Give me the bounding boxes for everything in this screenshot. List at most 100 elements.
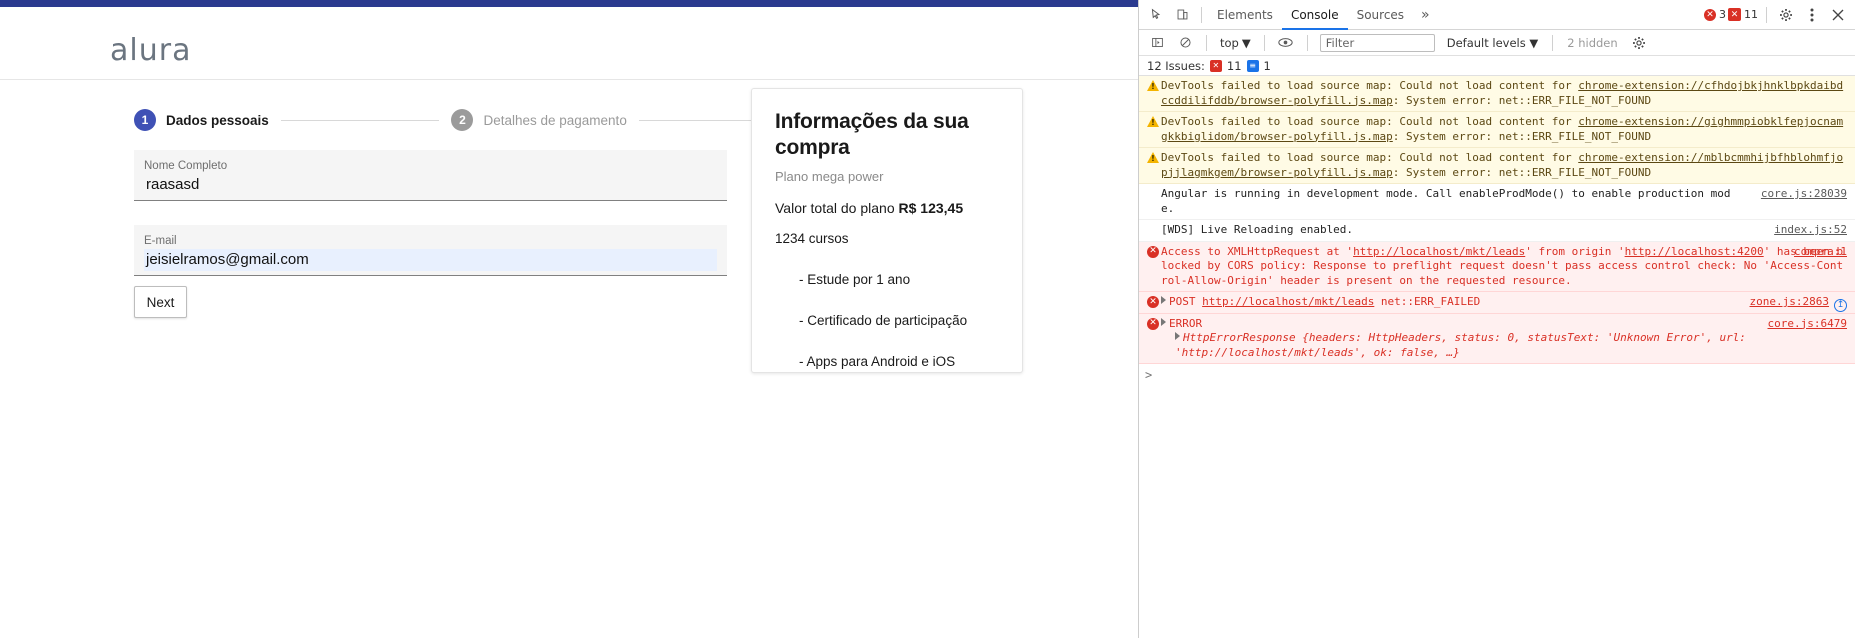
step-dados-pessoais[interactable]: 1 Dados pessoais [134, 109, 269, 131]
issues-info-icon: ≡ [1246, 59, 1259, 72]
full-name-field[interactable]: Nome Completo raasasd [134, 150, 727, 201]
msg-0-text: DevTools failed to load source map: Coul… [1161, 79, 1579, 92]
warning-icon [1145, 151, 1161, 180]
msg-6-source: zone.js:2863 [1749, 295, 1829, 308]
live-expression-eye-icon[interactable] [1273, 30, 1299, 56]
filter-input[interactable]: Filter [1319, 33, 1435, 52]
tabbar-divider [1201, 6, 1202, 23]
toolbar-divider-4 [1552, 34, 1554, 51]
issues-error-icon: ✕ [1209, 59, 1222, 72]
msg-6-tail: net::ERR_FAILED [1374, 295, 1481, 308]
purchase-summary-card: Informações da sua compra Plano mega pow… [751, 88, 1023, 373]
next-button[interactable]: Next [134, 286, 187, 318]
summary-price-value: R$ 123,45 [898, 200, 964, 216]
full-name-input[interactable]: raasasd [144, 174, 201, 196]
msg-0-tail: : System error: net::ERR_FILE_NOT_FOUND [1392, 93, 1652, 107]
console-message-error[interactable]: ✕ Access to XMLHttpRequest at 'http://lo… [1139, 241, 1855, 292]
summary-price-prefix: Valor total do plano [775, 200, 899, 216]
msg-1-text: DevTools failed to load source map: Coul… [1161, 115, 1579, 128]
log-levels-selector[interactable]: Default levels ▼ [1441, 36, 1545, 50]
console-message-warning[interactable]: DevTools failed to load source map: Coul… [1139, 148, 1855, 184]
console-message-source[interactable]: index.js:52 [1774, 223, 1847, 238]
email-label: E-mail [144, 235, 177, 247]
error-count-badge[interactable]: ✕ 3 [1704, 8, 1726, 21]
error-count: 3 [1719, 8, 1726, 21]
msg-5-mid: ' from origin ' [1525, 244, 1625, 258]
console-message-text: DevTools failed to load source map: Coul… [1161, 115, 1849, 144]
personal-data-form: Nome Completo raasasd E-mail jeisielramo… [134, 150, 727, 276]
msg-5-link2[interactable]: http://localhost:4200 [1625, 245, 1764, 258]
tabbar-divider-2 [1766, 6, 1767, 23]
expand-triangle-icon[interactable] [1161, 296, 1166, 304]
reveal-in-network-icon[interactable]: ↥ [1834, 298, 1847, 312]
console-message-warning[interactable]: DevTools failed to load source map: Coul… [1139, 112, 1855, 148]
summary-price-row: Valor total do plano R$ 123,45 [775, 200, 999, 216]
step-detalhes-pagamento[interactable]: 2 Detalhes de pagamento [451, 109, 627, 131]
console-message-log[interactable]: [WDS] Live Reloading enabled. index.js:5… [1139, 220, 1855, 242]
clear-console-icon[interactable] [1172, 30, 1198, 56]
email-field[interactable]: E-mail jeisielramos@gmail.com [134, 225, 727, 276]
list-item: - Estude por 1 ano [799, 272, 911, 287]
expand-triangle-icon[interactable] [1161, 317, 1166, 326]
device-toolbar-icon[interactable] [1169, 2, 1195, 28]
console-message-list[interactable]: DevTools failed to load source map: Coul… [1139, 76, 1855, 638]
tab-console[interactable]: Console [1282, 0, 1348, 30]
toolbar-divider-3 [1306, 34, 1308, 51]
toolbar-divider [1206, 34, 1207, 51]
console-message-source[interactable]: compra:1 [1794, 245, 1847, 260]
console-message-text: Angular is running in development mode. … [1161, 187, 1731, 215]
summary-plan-name: Plano mega power [775, 169, 884, 184]
devtools-tabbar: Elements Console Sources » ✕ 3 ✕ 11 [1139, 0, 1855, 30]
console-message-warning[interactable]: DevTools failed to load source map: Coul… [1139, 76, 1855, 112]
more-tabs-icon[interactable]: » [1413, 7, 1438, 23]
web-page: alura 1 Dados pessoais 2 Detalhes de pag… [0, 0, 1138, 638]
console-message-text: ERROR HttpErrorResponse {headers: HttpHe… [1161, 317, 1849, 361]
msg-7-text: ERROR [1169, 316, 1203, 330]
msg-5-text: Access to XMLHttpRequest at ' [1161, 244, 1354, 258]
full-name-label: Nome Completo [144, 160, 228, 172]
tab-sources[interactable]: Sources [1348, 0, 1413, 30]
console-prompt[interactable]: > [1139, 364, 1855, 387]
step-1-label: Dados pessoais [166, 112, 269, 128]
msg-5-link[interactable]: http://localhost/mkt/leads [1353, 245, 1525, 258]
alura-logo: alura [110, 33, 192, 68]
issues-bar[interactable]: 12 Issues: ✕ 11 ≡ 1 [1139, 56, 1855, 76]
console-message-log[interactable]: Angular is running in development mode. … [1139, 184, 1855, 220]
email-input[interactable]: jeisielramos@gmail.com [144, 249, 717, 271]
console-sidebar-icon[interactable] [1144, 30, 1170, 56]
toolbar-divider-2 [1263, 34, 1265, 51]
msg-7-detail-prefix: HttpErrorResponse [1183, 331, 1303, 344]
console-message-error[interactable]: ✕ POST http://localhost/mkt/leads net::E… [1139, 292, 1855, 314]
warning-icon [1145, 79, 1161, 108]
error-icon: ✕ [1145, 295, 1161, 310]
msg-2-tail: : System error: net::ERR_FILE_NOT_FOUND [1392, 165, 1652, 179]
more-options-icon[interactable] [1799, 2, 1825, 28]
log-gutter [1145, 223, 1161, 238]
console-message-text: DevTools failed to load source map: Coul… [1161, 79, 1849, 108]
console-settings-gear-icon[interactable] [1626, 30, 1652, 56]
tab-elements[interactable]: Elements [1208, 0, 1282, 30]
summary-benefits-list: - Estude por 1 ano - Certificado de part… [775, 272, 999, 369]
warning-count-badge[interactable]: ✕ 11 [1728, 8, 1758, 21]
issues-label: 12 Issues: [1147, 58, 1205, 73]
error-icon: ✕ [1145, 245, 1161, 289]
console-message-text: Access to XMLHttpRequest at 'http://loca… [1161, 245, 1849, 289]
warning-count: 11 [1744, 8, 1758, 21]
execution-context-label: top [1220, 35, 1239, 50]
gear-icon[interactable] [1773, 2, 1799, 28]
page-top-accent-bar [0, 0, 1138, 7]
inspect-element-icon[interactable] [1143, 2, 1169, 28]
msg-6-link[interactable]: http://localhost/mkt/leads [1202, 295, 1374, 308]
error-icon: ✕ [1704, 8, 1716, 21]
close-icon[interactable] [1825, 2, 1851, 28]
console-message-source[interactable]: core.js:6479 [1768, 317, 1847, 332]
console-message-text: POST http://localhost/mkt/leads net::ERR… [1161, 295, 1849, 310]
console-message-source[interactable]: zone.js:2863 ↥ [1750, 295, 1847, 312]
warning-icon [1145, 115, 1161, 144]
console-message-source[interactable]: core.js:28039 [1761, 187, 1847, 202]
expand-triangle-icon-2[interactable] [1175, 332, 1180, 340]
summary-title: Informações da sua compra [775, 110, 969, 159]
msg-7-headline: ERROR [1161, 317, 1759, 332]
execution-context-selector[interactable]: top ▼ [1215, 36, 1256, 50]
console-message-error[interactable]: ✕ ERROR HttpErrorResponse {headers: Http… [1139, 313, 1855, 364]
